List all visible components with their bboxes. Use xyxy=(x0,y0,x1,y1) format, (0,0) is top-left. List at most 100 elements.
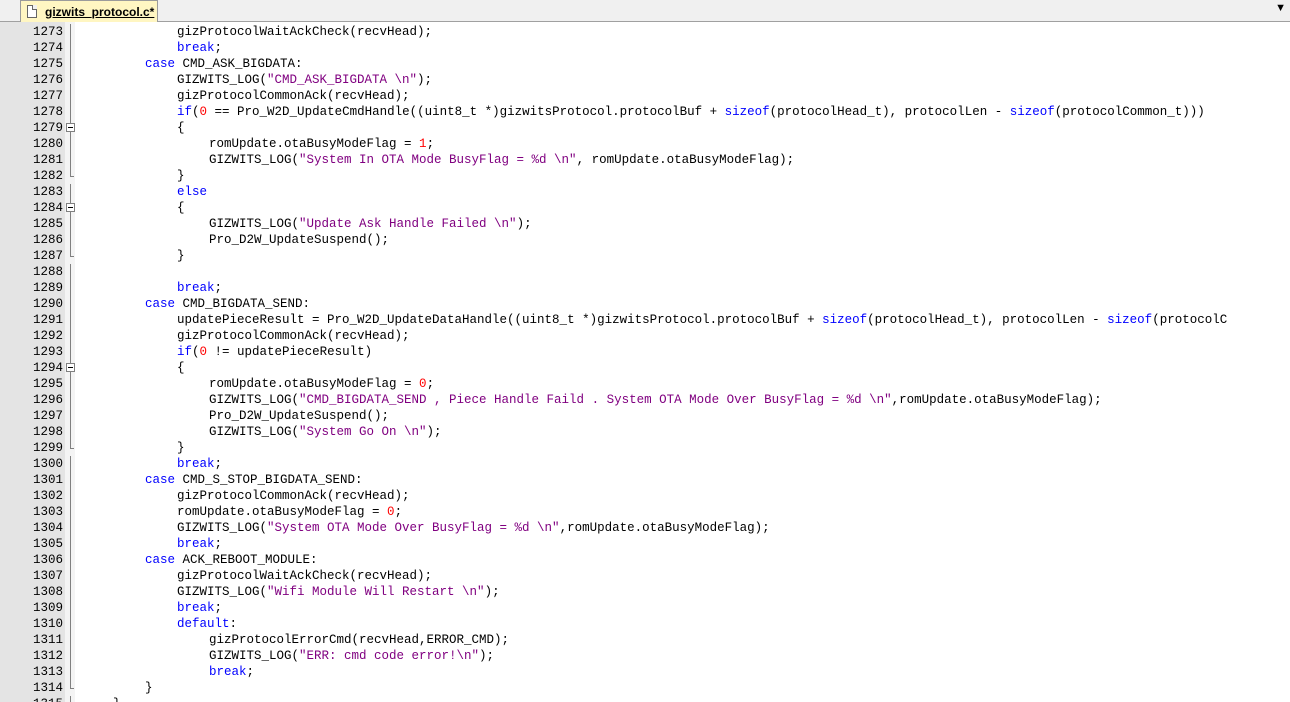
tab-gizwits-protocol[interactable]: gizwits_protocol.c* xyxy=(20,0,158,22)
code-token: romUpdate.otaBusyModeFlag = xyxy=(209,137,420,151)
tab-list-dropdown-icon[interactable]: ▼ xyxy=(1275,2,1286,14)
code-line[interactable]: 1285 GIZWITS_LOG("Update Ask Handle Faile… xyxy=(0,216,1290,232)
code-token: romUpdate.otaBusyModeFlag = xyxy=(177,505,388,519)
code-line[interactable]: 1292 gizProtocolCommonAck(recvHead); xyxy=(0,328,1290,344)
code-line[interactable]: 1281 GIZWITS_LOG("System In OTA Mode Busy… xyxy=(0,152,1290,168)
code-line[interactable]: 1290 case CMD_BIGDATA_SEND: xyxy=(0,296,1290,312)
line-number: 1304 xyxy=(32,521,63,535)
code-line[interactable]: 1306 case ACK_REBOOT_MODULE: xyxy=(0,552,1290,568)
code-token: ); xyxy=(417,73,433,87)
code-token: GIZWITS_LOG( xyxy=(209,649,300,663)
fold-guide xyxy=(65,56,75,72)
fold-guide-line xyxy=(70,456,71,472)
code-line[interactable]: 1315} xyxy=(0,696,1290,702)
code-line[interactable]: 1296 GIZWITS_LOG("CMD_BIGDATA_SEND , Piec… xyxy=(0,392,1290,408)
fold-end-marker xyxy=(65,696,75,702)
code-text: Pro_D2W_UpdateSuspend(); xyxy=(209,408,389,424)
fold-guide xyxy=(65,232,75,248)
code-token: (protocolHead_t), protocolLen - xyxy=(769,105,1010,119)
code-line[interactable]: 1312 GIZWITS_LOG("ERR: cmd code error!\n"… xyxy=(0,648,1290,664)
keyword-token: case xyxy=(145,297,176,311)
code-line[interactable]: 1276 GIZWITS_LOG("CMD_ASK_BIGDATA \n"); xyxy=(0,72,1290,88)
code-line[interactable]: 1308 GIZWITS_LOG("Wifi Module Will Restar… xyxy=(0,584,1290,600)
code-token: ; xyxy=(426,137,435,151)
code-text: GIZWITS_LOG("System Go On \n"); xyxy=(209,424,442,440)
code-line[interactable]: 1288 xyxy=(0,264,1290,280)
code-text: { xyxy=(177,360,185,376)
fold-toggle-icon[interactable] xyxy=(65,200,75,216)
code-line[interactable]: 1302 gizProtocolCommonAck(recvHead); xyxy=(0,488,1290,504)
code-line[interactable]: 1299} xyxy=(0,440,1290,456)
code-editor[interactable]: 1273 gizProtocolWaitAckCheck(recvHead); 12… xyxy=(0,22,1290,702)
code-text: } xyxy=(177,248,185,264)
collapse-minus-icon[interactable] xyxy=(66,203,75,212)
code-line[interactable]: 1275 case CMD_ASK_BIGDATA: xyxy=(0,56,1290,72)
line-number: 1309 xyxy=(32,601,63,615)
code-line[interactable]: 1282} xyxy=(0,168,1290,184)
code-line[interactable]: 1273 gizProtocolWaitAckCheck(recvHead); xyxy=(0,24,1290,40)
fold-guide xyxy=(65,552,75,568)
code-line[interactable]: 1278 if(0 == Pro_W2D_UpdateCmdHandle((uin… xyxy=(0,104,1290,120)
keyword-token: break xyxy=(177,281,215,295)
fold-toggle-icon[interactable] xyxy=(65,360,75,376)
code-line[interactable]: 1313 break; xyxy=(0,664,1290,680)
code-text: gizProtocolCommonAck(recvHead); xyxy=(177,328,410,344)
code-line[interactable]: 1303 romUpdate.otaBusyModeFlag = 0; xyxy=(0,504,1290,520)
fold-guide-line xyxy=(70,312,71,328)
fold-guide xyxy=(65,344,75,360)
code-text: break; xyxy=(177,456,222,472)
fold-guide xyxy=(65,392,75,408)
fold-guide xyxy=(65,600,75,616)
code-line[interactable]: 1297 Pro_D2W_UpdateSuspend(); xyxy=(0,408,1290,424)
code-line[interactable]: 1307 gizProtocolWaitAckCheck(recvHead); xyxy=(0,568,1290,584)
code-text: default: xyxy=(177,616,237,632)
code-token: } xyxy=(177,169,185,183)
code-token: } xyxy=(177,249,185,263)
code-line[interactable]: 1304 GIZWITS_LOG("System OTA Mode Over Bu… xyxy=(0,520,1290,536)
keyword-token: case xyxy=(145,473,176,487)
code-token: { xyxy=(177,201,185,215)
string-token: "ERR: cmd code error!\n" xyxy=(299,649,480,663)
code-line[interactable]: 1277 gizProtocolCommonAck(recvHead); xyxy=(0,88,1290,104)
code-line[interactable]: 1314} xyxy=(0,680,1290,696)
code-line[interactable]: 1301 case CMD_S_STOP_BIGDATA_SEND: xyxy=(0,472,1290,488)
code-line[interactable]: 1291 updatePieceResult = Pro_W2D_UpdateDa… xyxy=(0,312,1290,328)
code-line[interactable]: 1287} xyxy=(0,248,1290,264)
keyword-token: case xyxy=(145,553,176,567)
line-number: 1283 xyxy=(32,185,63,199)
code-line[interactable]: 1284 { xyxy=(0,200,1290,216)
keyword-token: break xyxy=(177,537,215,551)
code-line[interactable]: 1294 { xyxy=(0,360,1290,376)
fold-guide xyxy=(65,456,75,472)
fold-guide-line xyxy=(70,56,71,72)
code-line[interactable]: 1311 gizProtocolErrorCmd(recvHead,ERROR_C… xyxy=(0,632,1290,648)
code-token: != updatePieceResult) xyxy=(207,345,373,359)
code-line[interactable]: 1289 break; xyxy=(0,280,1290,296)
fold-end-guide xyxy=(70,696,71,702)
collapse-minus-icon[interactable] xyxy=(66,123,75,132)
code-line[interactable]: 1300 break; xyxy=(0,456,1290,472)
line-number: 1286 xyxy=(32,233,63,247)
code-token: (protocolCommon_t))) xyxy=(1054,105,1205,119)
code-line[interactable]: 1305 break; xyxy=(0,536,1290,552)
code-token: ; xyxy=(214,457,223,471)
line-number: 1281 xyxy=(32,153,63,167)
code-line[interactable]: 1309 break; xyxy=(0,600,1290,616)
code-line[interactable]: 1310 default: xyxy=(0,616,1290,632)
fold-toggle-icon[interactable] xyxy=(65,120,75,136)
file-icon xyxy=(27,5,37,18)
code-token: gizProtocolErrorCmd(recvHead,ERROR_CMD); xyxy=(209,633,510,647)
code-line[interactable]: 1295 romUpdate.otaBusyModeFlag = 0; xyxy=(0,376,1290,392)
string-token: "Wifi Module Will Restart \n" xyxy=(267,585,485,599)
fold-guide xyxy=(65,648,75,664)
code-line[interactable]: 1293 if(0 != updatePieceResult) xyxy=(0,344,1290,360)
code-line[interactable]: 1286 Pro_D2W_UpdateSuspend(); xyxy=(0,232,1290,248)
code-line[interactable]: 1279 { xyxy=(0,120,1290,136)
collapse-minus-icon[interactable] xyxy=(66,363,75,372)
code-line[interactable]: 1274 break; xyxy=(0,40,1290,56)
code-line[interactable]: 1283 else xyxy=(0,184,1290,200)
line-number: 1303 xyxy=(32,505,63,519)
code-line[interactable]: 1298 GIZWITS_LOG("System Go On \n"); xyxy=(0,424,1290,440)
code-line[interactable]: 1280 romUpdate.otaBusyModeFlag = 1; xyxy=(0,136,1290,152)
line-number: 1291 xyxy=(32,313,63,327)
